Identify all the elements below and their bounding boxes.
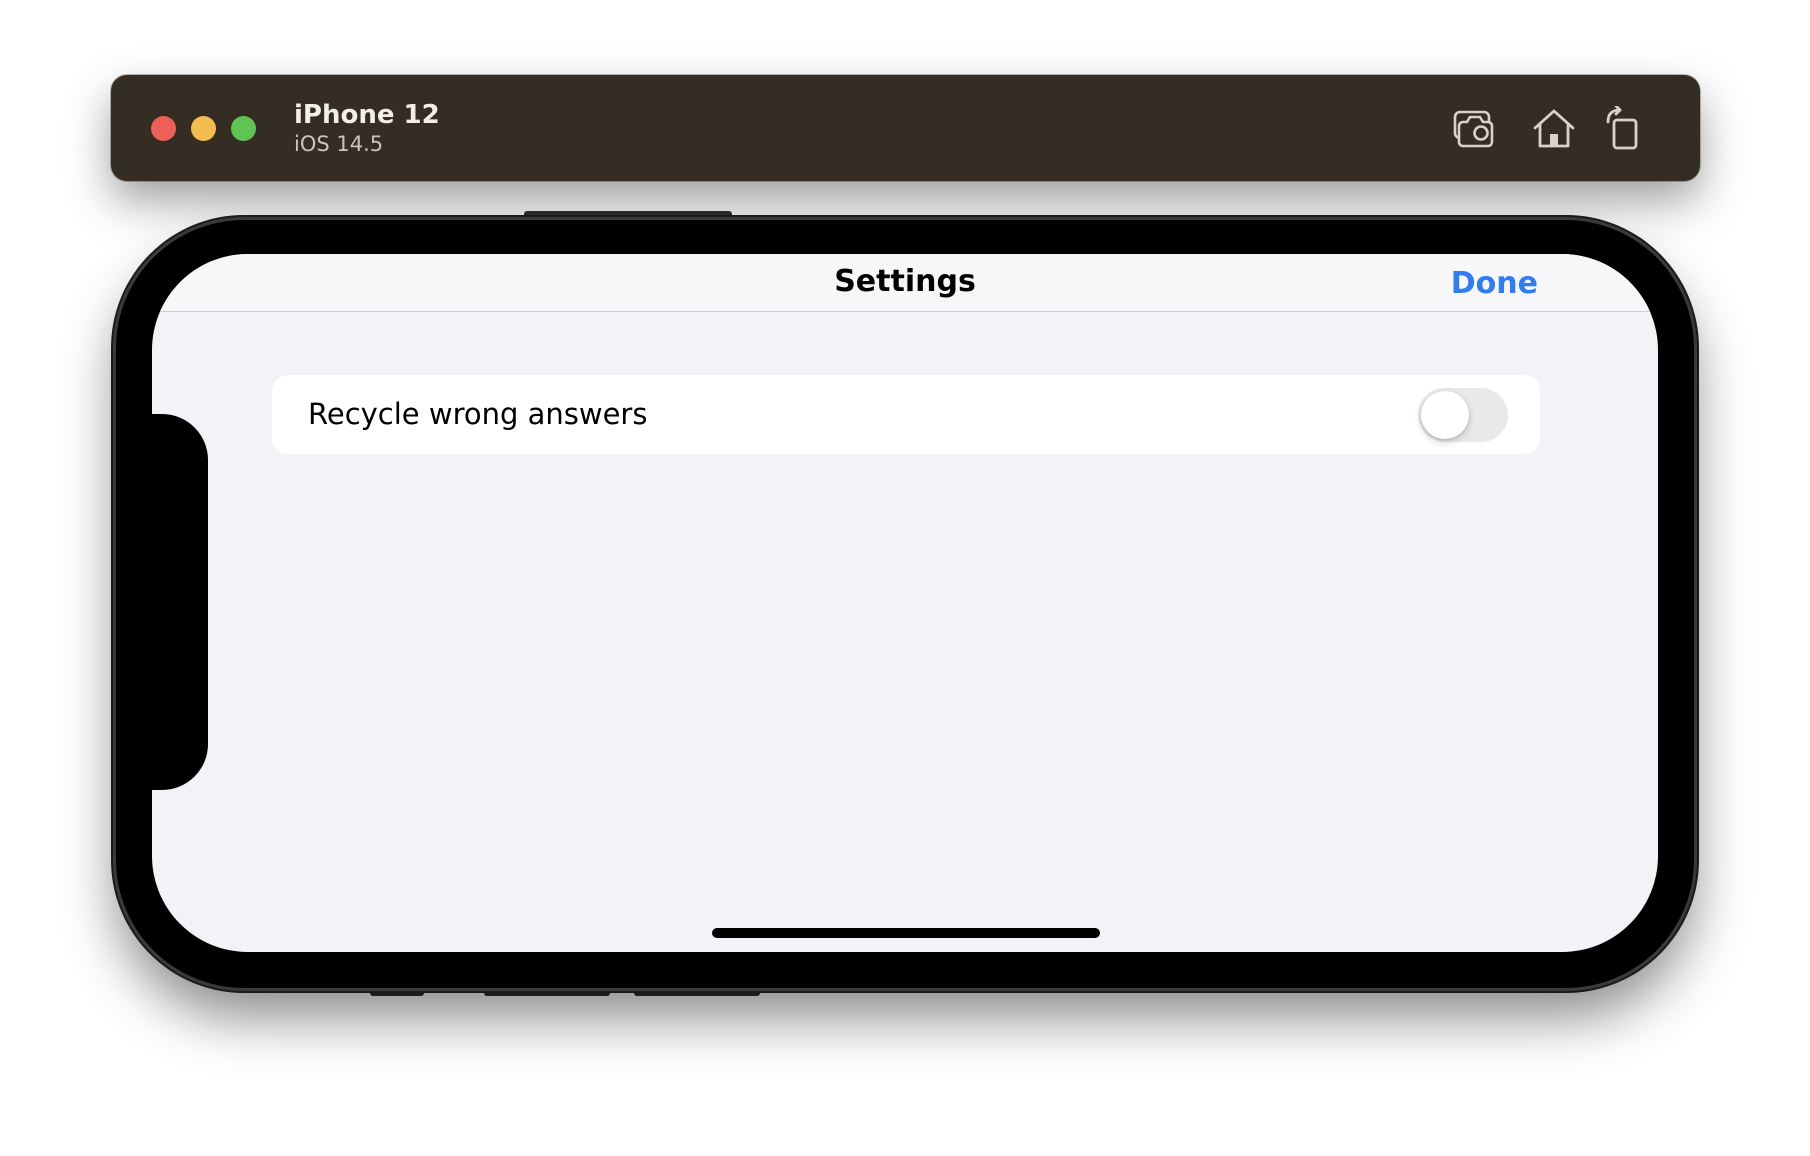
simulator-window: iPhone 12 iOS 14.5 Settings Done Recycle… xyxy=(0,0,1810,1156)
toggle-knob xyxy=(1421,391,1469,439)
zoom-window-button[interactable] xyxy=(231,116,256,141)
home-indicator[interactable] xyxy=(712,928,1100,938)
recycle-wrong-answers-toggle[interactable] xyxy=(1418,388,1508,442)
page-title: Settings xyxy=(834,264,976,299)
done-button[interactable]: Done xyxy=(1451,266,1538,301)
device-name: iPhone 12 xyxy=(294,100,440,130)
phone-mute-switch xyxy=(370,988,424,996)
home-icon[interactable] xyxy=(1530,106,1578,150)
setting-label: Recycle wrong answers xyxy=(308,397,648,431)
phone-notch xyxy=(152,414,208,790)
device-os-version: iOS 14.5 xyxy=(294,132,384,156)
rotate-icon[interactable] xyxy=(1600,104,1648,150)
camera-icon[interactable] xyxy=(1452,106,1500,150)
navigation-bar: Settings Done xyxy=(152,254,1658,312)
phone-screen: Settings Done Recycle wrong answers xyxy=(152,254,1658,952)
phone-side-button xyxy=(524,211,732,219)
close-window-button[interactable] xyxy=(151,116,176,141)
phone-volume-up-button xyxy=(484,988,610,996)
setting-row-recycle-wrong-answers: Recycle wrong answers xyxy=(272,375,1540,454)
phone-volume-down-button xyxy=(634,988,760,996)
minimize-window-button[interactable] xyxy=(191,116,216,141)
